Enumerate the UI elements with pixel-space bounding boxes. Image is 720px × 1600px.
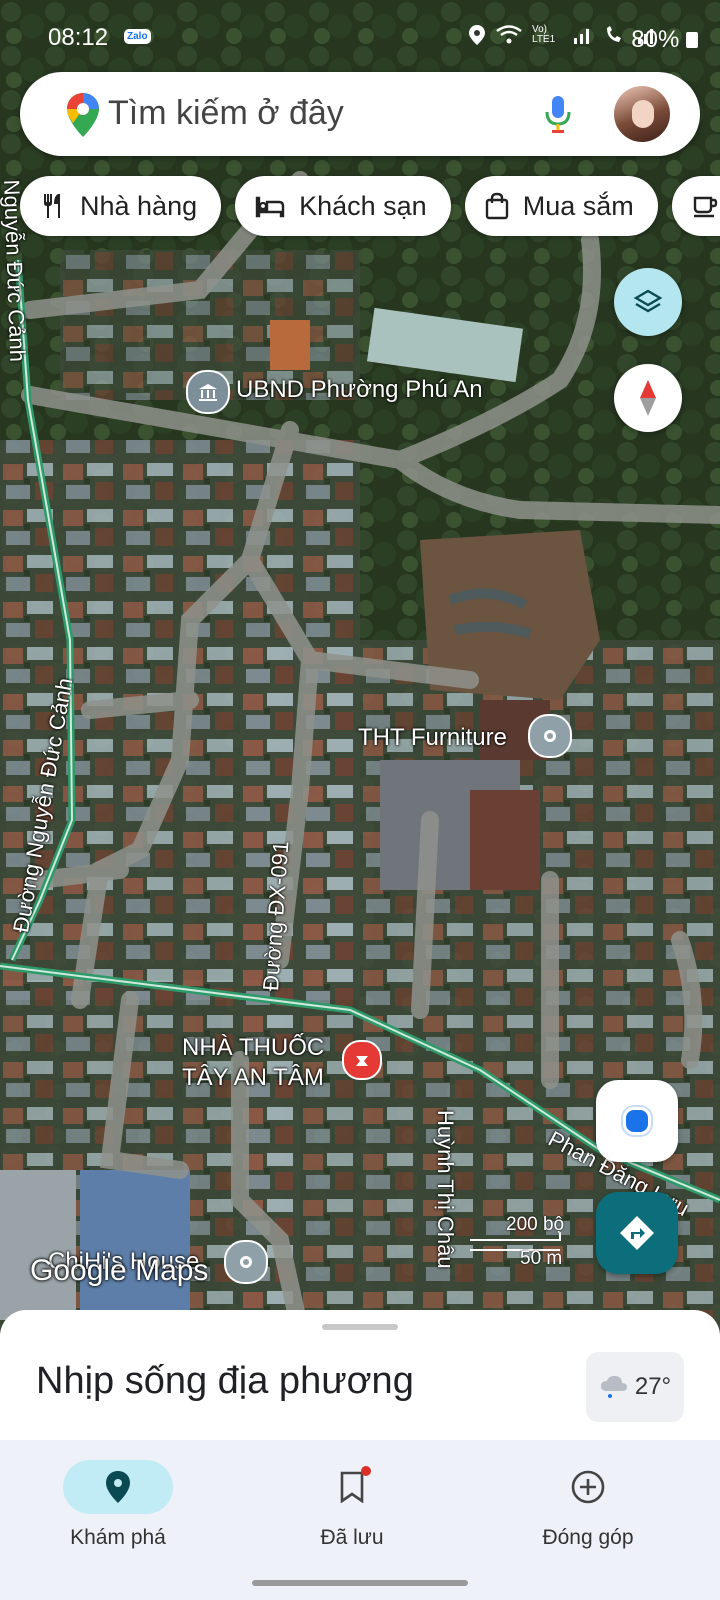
sheet-title: Nhịp sống địa phương [36,1360,414,1402]
google-maps-logo-icon [67,93,99,137]
avatar-face [632,100,654,128]
place-label-ubnd[interactable]: UBND Phường Phú An [236,376,483,404]
chip-shopping[interactable]: Mua sắm [464,176,658,236]
battery-percent: 80% [631,26,680,53]
chip-label: Nhà hàng [80,190,198,221]
layers-icon [633,289,663,313]
wifi-icon [496,25,522,44]
my-location-icon [623,1107,651,1135]
my-location-button[interactable] [596,1080,678,1162]
place-label-pharmacy-line2[interactable]: TÂY AN TÂM [182,1064,324,1092]
battery-indicator: 80% [631,26,698,54]
layers-button[interactable] [614,268,682,336]
microphone-icon[interactable] [544,94,572,134]
bookmark-icon [340,1471,364,1503]
status-bar: 08:12 Zalo Vo) LTE1 80% [0,0,720,64]
nav-label: Khám phá [70,1526,166,1549]
bank-icon [199,384,217,401]
pharmacy-icon [356,1056,368,1066]
status-icons: Vo) LTE1 [468,24,658,46]
status-time: 08:12 [48,24,109,51]
volte-indicator: Vo) LTE1 [532,24,556,45]
weather-chip[interactable]: 27° [586,1352,684,1422]
furniture-marker[interactable] [528,714,572,758]
account-avatar[interactable] [614,86,670,142]
nav-contribute[interactable]: Đóng góp [508,1460,668,1550]
search-input[interactable]: Tìm kiếm ở đây [108,94,344,133]
road-label-huynh-thi-chau: Huỳnh Thị Châu [433,1110,458,1269]
chip-label: Mua sắm [522,190,634,221]
chip-more[interactable] [671,176,720,236]
nav-label: Đã lưu [320,1526,384,1549]
scale-bar: 200 bộ 50 m [468,1214,564,1270]
nav-contribute-indicator [533,1460,643,1514]
gesture-bar[interactable] [252,1580,468,1586]
pharmacy-marker[interactable] [342,1040,382,1080]
cloud-rain-icon [600,1375,627,1398]
shopping-bag-icon [485,192,508,220]
directions-button[interactable] [596,1192,678,1274]
pin-icon [544,730,556,742]
location-pin-icon [106,1471,130,1503]
nav-saved-indicator [297,1460,407,1514]
fork-knife-icon [44,194,60,218]
chihis-marker[interactable] [224,1240,268,1284]
government-marker[interactable] [186,370,230,414]
place-label-pharmacy-line1[interactable]: NHÀ THUỐC [182,1034,324,1062]
compass-icon [640,380,656,416]
zalo-notification-icon: Zalo [124,29,151,44]
nav-explore-indicator [63,1460,173,1514]
call-signal-icon [607,26,621,42]
notification-dot [361,1466,371,1476]
chip-restaurants[interactable]: Nhà hàng [20,176,222,236]
google-maps-watermark: Google Maps [30,1254,209,1287]
bottom-navigation: Khám phá Đã lưu Đóng góp [0,1440,720,1600]
nav-label: Đóng góp [542,1526,634,1549]
nav-explore[interactable]: Khám phá [38,1460,198,1550]
place-label-furniture[interactable]: THT Furniture [358,724,507,752]
sheet-drag-handle[interactable] [322,1324,398,1330]
category-chips: Nhà hàng Khách sạn Mua sắm [20,176,720,236]
directions-icon [620,1216,654,1250]
weather-temperature: 27° [634,1373,672,1400]
scale-metric: 50 m [520,1248,563,1269]
signal-icon [574,29,589,44]
nav-saved[interactable]: Đã lưu [272,1460,432,1550]
scale-imperial: 200 bộ [506,1214,565,1235]
battery-icon [686,32,698,48]
search-bar[interactable]: Tìm kiếm ở đây [20,72,700,156]
explore-bottom-sheet[interactable]: Nhịp sống địa phương 27° [0,1310,720,1440]
chip-label: Khách sạn [299,190,427,221]
chip-hotels[interactable]: Khách sạn [235,176,451,236]
add-circle-icon [571,1470,605,1504]
bed-icon [255,196,285,218]
compass-button[interactable] [614,364,682,432]
pin-icon [240,1256,252,1268]
location-icon [469,25,485,45]
coffee-icon [693,196,717,218]
